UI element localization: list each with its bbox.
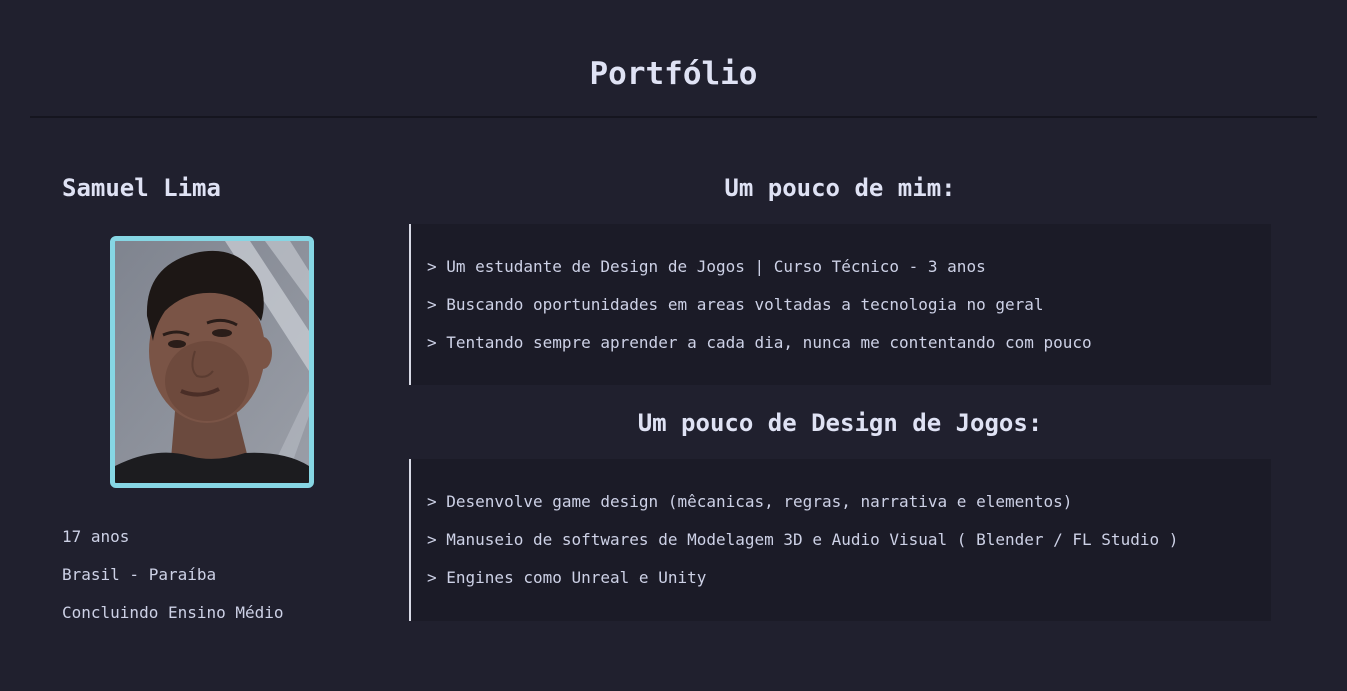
design-title: Um pouco de Design de Jogos:	[637, 409, 1043, 437]
profile-photo	[115, 241, 309, 483]
profile-education: Concluindo Ensino Médio	[62, 603, 284, 622]
list-item: > Engines como Unreal e Unity	[427, 568, 707, 587]
page-title: Portfólio	[589, 56, 758, 92]
avatar	[110, 236, 314, 488]
about-panel: > Um estudante de Design de Jogos | Curs…	[409, 224, 1271, 385]
list-item: > Desenvolve game design (mêcanicas, reg…	[427, 492, 1073, 511]
list-item: > Tentando sempre aprender a cada dia, n…	[427, 333, 1092, 352]
design-list: > Desenvolve game design (mêcanicas, reg…	[427, 483, 1271, 597]
list-item: > Um estudante de Design de Jogos | Curs…	[427, 257, 986, 276]
profile-location: Brasil - Paraíba	[62, 565, 217, 584]
design-panel: > Desenvolve game design (mêcanicas, reg…	[409, 459, 1271, 621]
list-item: > Buscando oportunidades em areas voltad…	[427, 295, 1044, 314]
page-header: Portfólio	[30, 0, 1317, 118]
profile-name: Samuel Lima	[62, 174, 221, 202]
about-list: > Um estudante de Design de Jogos | Curs…	[427, 248, 1271, 362]
profile-info-list: 17 anos Brasil - Paraíba Concluindo Ensi…	[62, 518, 284, 632]
list-item: > Manuseio de softwares de Modelagem 3D …	[427, 530, 1179, 549]
profile-age: 17 anos	[62, 527, 130, 546]
about-title: Um pouco de mim:	[724, 174, 956, 202]
profile-card: Samuel Lima 17 anos Brasil - Paraíba Con…	[62, 170, 372, 622]
